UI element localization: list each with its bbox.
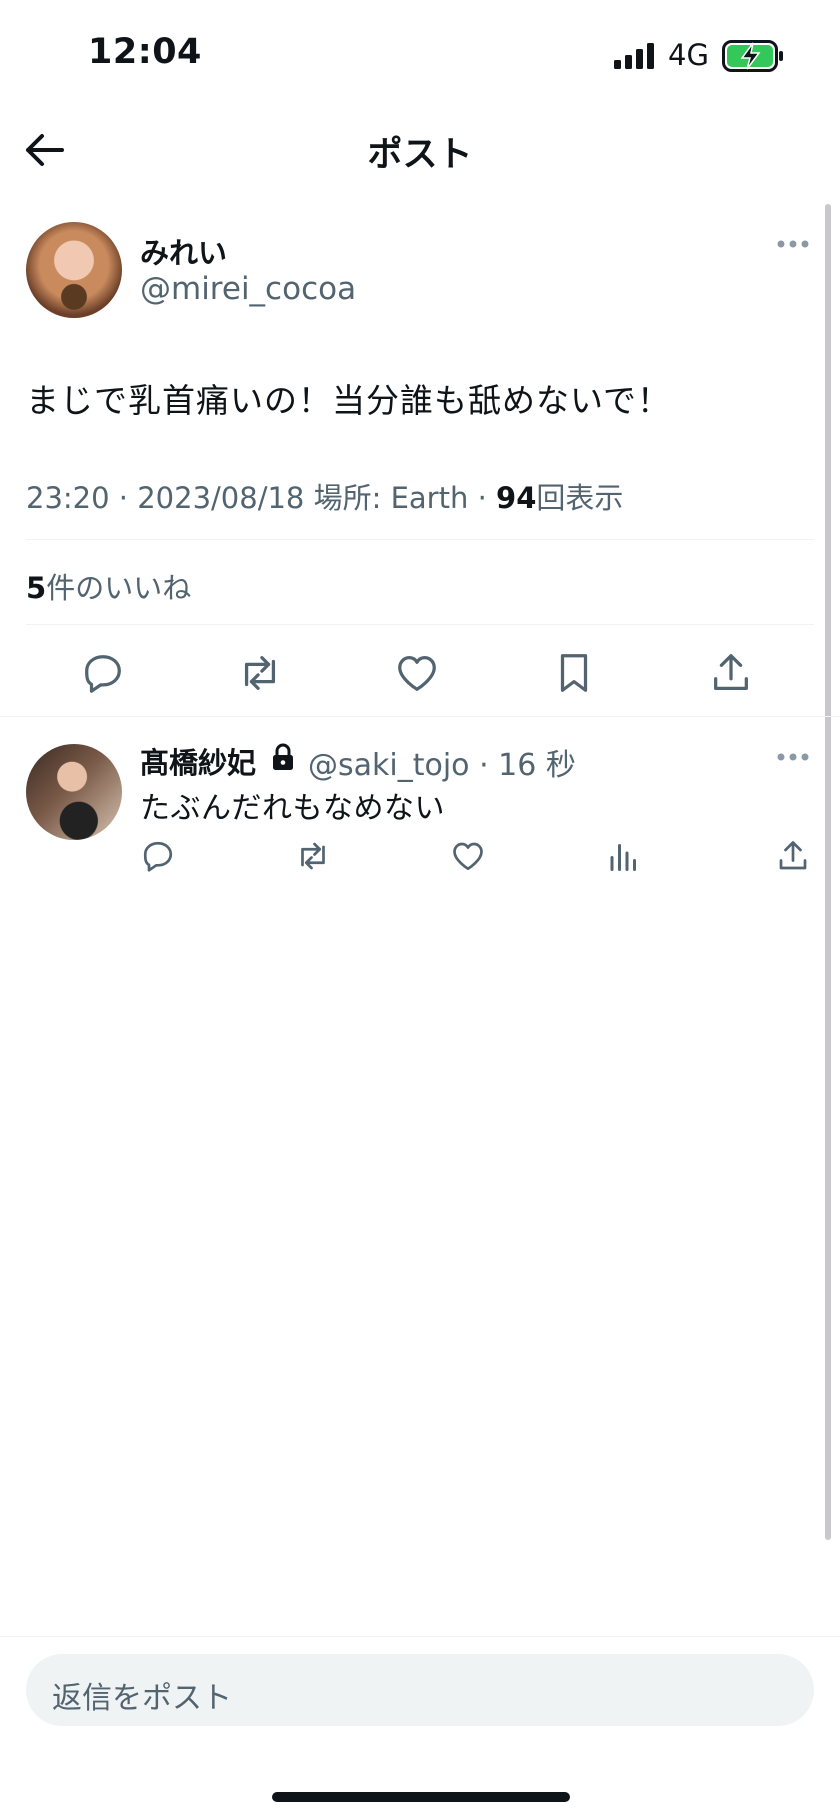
scrollbar[interactable]: [825, 204, 831, 1540]
reply-avatar[interactable]: [26, 744, 122, 840]
likes-summary[interactable]: 5件のいいね: [26, 565, 191, 607]
reply-icon[interactable]: [80, 650, 126, 696]
reply-icon[interactable]: [140, 838, 176, 874]
divider: [0, 1636, 840, 1637]
lock-icon: [273, 743, 293, 770]
reply-text: たぶんだれもなめない: [140, 791, 445, 826]
repost-icon[interactable]: [295, 838, 331, 874]
reply-handle-line: @saki_tojo · 16 秒: [308, 748, 576, 783]
bookmark-icon[interactable]: [551, 650, 597, 696]
network-label: 4G: [668, 38, 709, 72]
views-count: 94: [496, 481, 537, 515]
divider: [26, 624, 814, 625]
battery-charging-icon: [722, 40, 783, 72]
divider: [26, 539, 814, 540]
likes-count: 5: [26, 571, 47, 605]
views-label: 回表示: [536, 481, 624, 515]
more-options-icon[interactable]: [776, 238, 810, 250]
share-icon[interactable]: [708, 650, 754, 696]
likes-label: 件のいいね: [46, 571, 192, 605]
reply-author-handle[interactable]: @saki_tojo: [308, 748, 470, 783]
repost-icon[interactable]: [237, 650, 283, 696]
reply-author-name[interactable]: 髙橋紗妃: [140, 740, 256, 782]
post-text: まじで乳首痛いの！当分誰も舐めないで！: [26, 381, 672, 420]
page-title: ポスト: [367, 135, 473, 175]
share-icon[interactable]: [775, 838, 811, 874]
reply-input-placeholder: 返信をポスト: [52, 1681, 232, 1716]
post-location: 場所: Earth: [313, 481, 469, 515]
views-icon[interactable]: [606, 838, 642, 874]
like-icon[interactable]: [394, 650, 440, 696]
reply-time[interactable]: 16 秒: [498, 748, 576, 783]
signal-icon: [614, 43, 654, 69]
more-options-icon[interactable]: [776, 751, 810, 763]
like-icon[interactable]: [450, 838, 486, 874]
status-time: 12:04: [88, 32, 202, 72]
author-handle[interactable]: @mirei_cocoa: [140, 271, 356, 307]
divider: [0, 716, 840, 717]
avatar[interactable]: [26, 222, 122, 318]
post-timestamp[interactable]: 23:20 · 2023/08/18: [26, 481, 304, 515]
author-name[interactable]: みれい: [140, 230, 227, 272]
post-meta: 23:20 · 2023/08/18 場所: Earth · 94回表示: [26, 481, 624, 515]
home-indicator[interactable]: [272, 1792, 570, 1802]
